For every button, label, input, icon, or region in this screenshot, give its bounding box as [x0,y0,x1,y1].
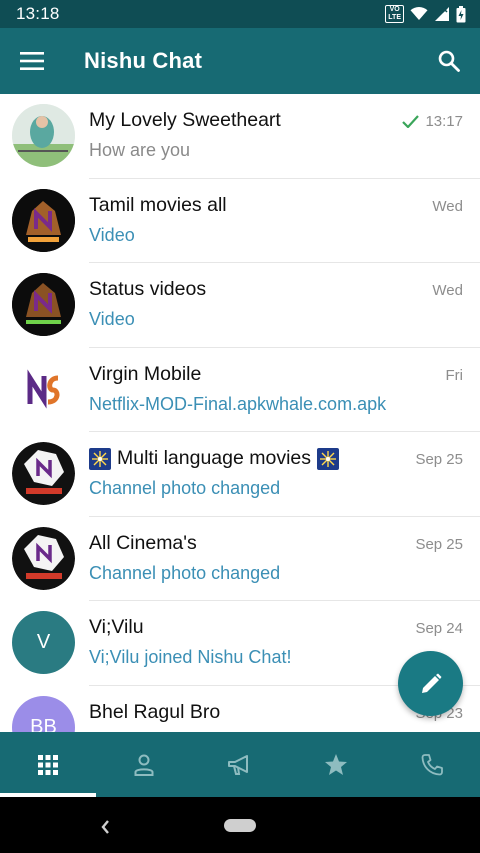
app-title: Nishu Chat [84,48,203,73]
tab-chats[interactable] [0,732,96,797]
volte-top-label: VO [389,6,400,13]
chat-time: Wed [432,198,463,215]
app-bar: Nishu Chat [0,28,480,94]
phone-icon [421,753,443,775]
avatar: V [12,611,75,674]
avatar [12,526,75,590]
chat-time-label: Wed [432,282,463,299]
chat-body: Status videos Wed Video [89,263,480,348]
chat-row[interactable]: Tamil movies all Wed Video [0,179,480,263]
chat-row[interactable]: Virgin Mobile Fri Netflix-MOD-Final.apkw… [0,348,480,432]
chat-body: All Cinema's Sep 25 Channel photo change… [89,517,480,601]
checkmark-icon [402,115,420,128]
search-button[interactable] [418,28,480,94]
chat-name: My Lovely Sweetheart [89,109,281,131]
chat-body: Multi language movies Sep 25 Channel pho… [89,432,480,517]
avatar-letter: V [36,631,51,653]
chat-row[interactable]: Status videos Wed Video [0,263,480,348]
chat-name: Multi language movies [89,447,340,470]
signal-icon [435,7,449,21]
chat-body: Virgin Mobile Fri Netflix-MOD-Final.apkw… [89,348,480,432]
avatar [12,188,75,252]
menu-button[interactable] [0,28,64,94]
home-pill[interactable] [224,818,256,832]
pencil-icon [421,673,441,693]
avatar-letter: BB [30,715,57,733]
tab-contacts[interactable] [96,732,192,797]
chat-time-label: Sep 24 [415,620,463,637]
chat-time: Sep 25 [415,451,463,468]
chat-row[interactable]: My Lovely Sweetheart 13:17 How are you [0,94,480,179]
virgin-mobile-logo-image [12,357,75,421]
avatar: BB [12,695,75,733]
tab-calls[interactable] [384,732,480,797]
menu-icon [20,52,44,70]
chat-time: 13:17 [402,113,463,130]
megaphone-icon [228,754,248,775]
system-nav-bar [0,797,480,853]
status-bar: 13:18 VO LTE [0,0,480,28]
chat-row[interactable]: Multi language movies Sep 25 Channel pho… [0,432,480,517]
nishu-channel-logo-image [12,442,75,505]
nishu-app-logo-image [12,188,75,252]
tab-favorites[interactable] [288,732,384,797]
back-icon[interactable] [100,819,112,835]
wifi-icon [410,7,428,20]
chat-name: Bhel Ragul Bro [89,700,221,723]
chat-subtitle: Vi;Vilu joined Nishu Chat! [89,647,292,667]
chat-time: Fri [446,367,464,384]
chat-time: Wed [432,282,463,299]
chat-subtitle: Channel photo changed [89,562,281,583]
chat-subtitle: Video [89,309,135,329]
chat-name: All Cinema's [89,531,197,554]
status-icons: VO LTE [385,5,466,23]
avatar [12,273,75,336]
avatar [12,442,75,505]
chat-subtitle: Video [89,224,135,245]
chat-list: My Lovely Sweetheart 13:17 How are you T… [0,94,480,732]
chat-row[interactable]: All Cinema's Sep 25 Channel photo change… [0,517,480,601]
screen: 13:18 VO LTE Nishu Chat My Lovely Sweeth… [0,0,480,853]
chat-name: Virgin Mobile [89,362,202,385]
chat-name-label: Multi language movies [117,447,312,469]
chat-time-label: Wed [432,197,463,215]
chat-name: Status videos [89,278,207,300]
star-icon [325,754,347,775]
search-icon [438,50,460,72]
chat-time-label: Sep 25 [415,535,463,553]
battery-icon [456,5,466,22]
chat-body: My Lovely Sweetheart 13:17 How are you [89,94,480,179]
compose-button[interactable] [398,651,463,716]
grid-icon [38,754,58,775]
avatar-photo-image [12,104,75,167]
avatar [12,357,75,421]
chat-time-label: Fri [445,366,464,384]
chat-time: Sep 24 [415,620,463,637]
fireworks-emoji-icon [317,447,340,470]
chat-time-label: 13:17 [425,113,463,130]
nishu-app-logo-image [12,273,75,336]
nishu-channel-logo-image [12,526,75,590]
fireworks-emoji-icon [89,447,111,470]
chat-time-label: Sep 25 [415,451,463,468]
avatar [12,104,75,167]
chat-subtitle: How are you [89,140,191,160]
chat-name: Vi;Vilu [89,616,144,638]
chat-time: Sep 25 [415,536,463,553]
chat-subtitle: Channel photo changed [89,478,281,498]
chat-name: Tamil movies all [89,193,227,216]
chat-body: Tamil movies all Wed Video [89,179,480,263]
volte-icon: VO LTE [385,5,404,23]
status-time: 13:18 [16,4,60,23]
tab-channels[interactable] [192,732,288,797]
bottom-nav [0,732,480,797]
person-icon [134,754,154,776]
volte-bottom-label: LTE [388,14,401,21]
chat-subtitle: Netflix-MOD-Final.apkwhale.com.apk [89,393,387,414]
